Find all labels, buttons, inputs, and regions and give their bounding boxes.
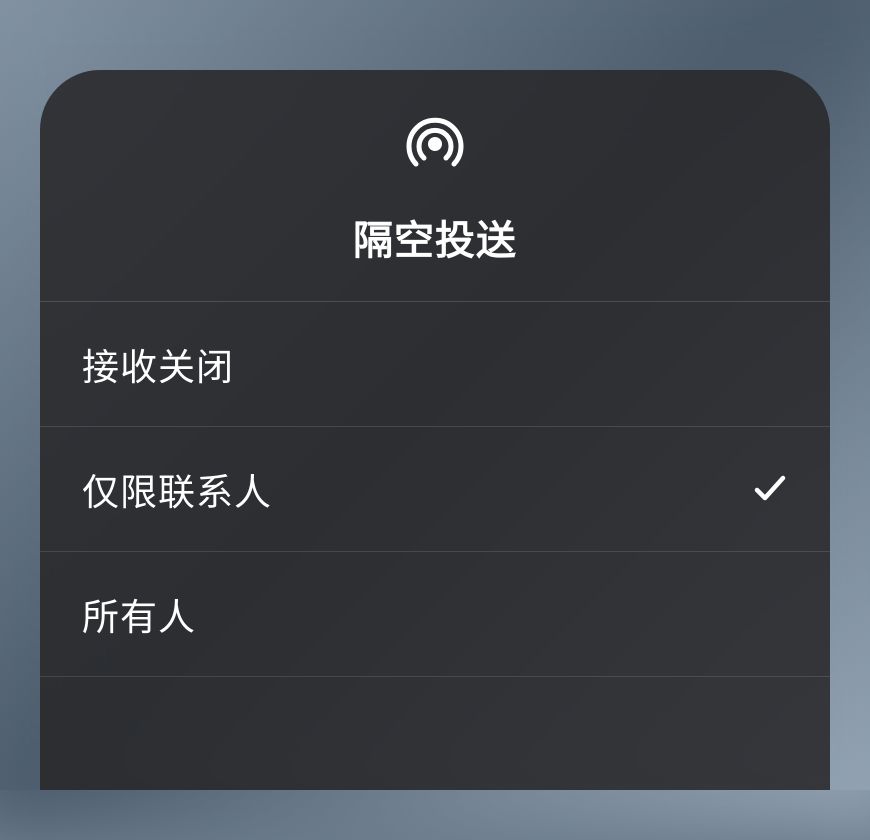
checkmark-icon xyxy=(752,596,788,632)
airdrop-icon xyxy=(401,110,469,178)
option-contacts-only[interactable]: 仅限联系人 xyxy=(40,427,830,552)
option-everyone[interactable]: 所有人 xyxy=(40,552,830,677)
airdrop-settings-panel: 隔空投送 接收关闭 仅限联系人 所有人 xyxy=(40,70,830,790)
checkmark-icon xyxy=(752,346,788,382)
panel-header: 隔空投送 xyxy=(40,70,830,302)
option-label: 接收关闭 xyxy=(82,337,234,391)
panel-title: 隔空投送 xyxy=(353,208,517,266)
checkmark-icon xyxy=(752,471,788,507)
option-label: 所有人 xyxy=(82,587,196,641)
option-label: 仅限联系人 xyxy=(82,462,272,516)
option-receiving-off[interactable]: 接收关闭 xyxy=(40,302,830,427)
options-list: 接收关闭 仅限联系人 所有人 xyxy=(40,302,830,677)
